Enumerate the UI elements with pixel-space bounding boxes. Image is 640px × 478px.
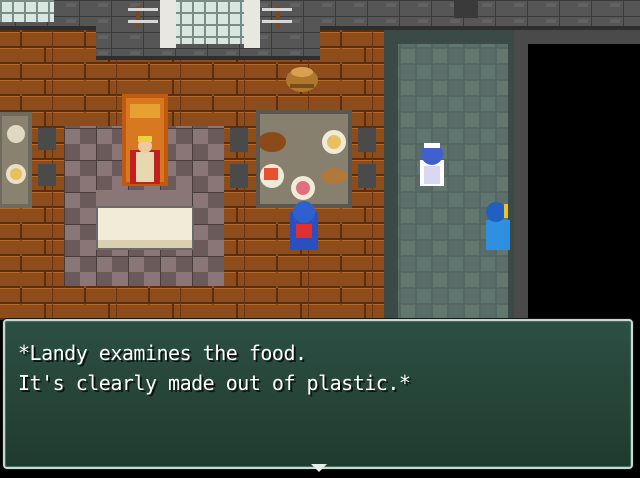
- wall-shadow: [96, 56, 320, 60]
- dialog-line-2: It's clearly made out of plastic.*: [18, 371, 411, 395]
- guard-npc[interactable]: [486, 202, 510, 250]
- stone-walkway: [398, 44, 508, 320]
- curtain-left: [160, 0, 176, 48]
- window-center: [176, 0, 244, 44]
- white-table: [96, 206, 194, 250]
- landy-player: [290, 201, 318, 250]
- window-left: [0, 0, 54, 22]
- dialog-box[interactable]: *Landy examines the food. It's clearly m…: [3, 319, 633, 472]
- dialog-line-1: *Landy examines the food.: [18, 341, 307, 365]
- advance-cursor-icon[interactable]: [311, 464, 327, 472]
- curtain-right: [244, 0, 260, 48]
- maid-npc[interactable]: [420, 143, 444, 186]
- game-scene: *Landy examines the food. It's clearly m…: [0, 0, 640, 478]
- dark-doorway: [528, 44, 640, 320]
- wall-plaque: [454, 0, 478, 18]
